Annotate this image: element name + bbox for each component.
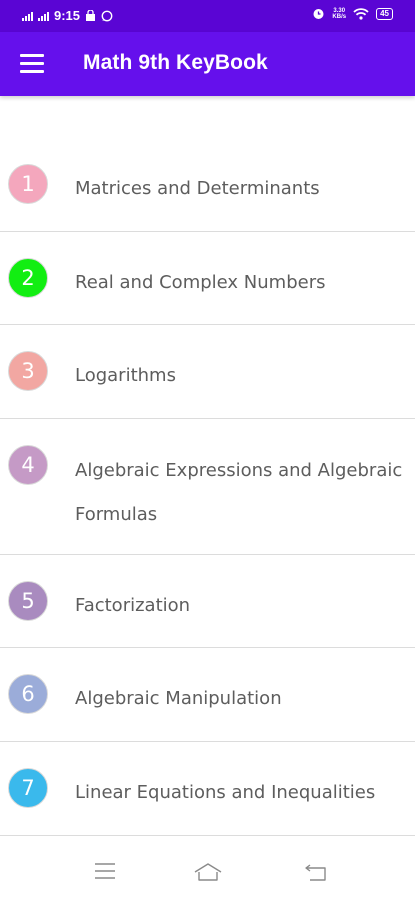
chapter-number-badge: 5	[8, 581, 48, 621]
chapter-number-badge: 4	[8, 445, 48, 485]
chapter-item-4[interactable]: 4 Algebraic Expressions and Algebraic Fo…	[0, 419, 415, 555]
alarm-icon	[313, 9, 324, 19]
chapter-number-badge: 1	[8, 164, 48, 204]
chapter-title: Algebraic Manipulation	[75, 688, 282, 709]
chapter-list: 1 Matrices and Determinants 2 Real and C…	[0, 136, 415, 836]
chapter-title: Logarithms	[75, 365, 176, 386]
chapter-title: Linear Equations and Inequalities	[75, 782, 376, 803]
network-speed-unit: KB/s	[332, 13, 347, 20]
chapter-item-6[interactable]: 6 Algebraic Manipulation	[0, 648, 415, 742]
chapter-title: Factorization	[75, 595, 191, 616]
status-time: 9:15	[54, 8, 81, 23]
signal-icon-2	[38, 11, 49, 21]
chapter-title: Matrices and Determinants	[75, 178, 320, 199]
chapter-item-2[interactable]: 2 Real and Complex Numbers	[0, 232, 415, 325]
chapter-number-badge: 7	[8, 768, 48, 808]
system-nav-bar	[0, 840, 415, 900]
chapter-item-7[interactable]: 7 Linear Equations and Inequalities	[0, 742, 415, 836]
network-speed: 3.30 KB/s	[332, 8, 346, 20]
chapter-item-1[interactable]: 1 Matrices and Determinants	[0, 136, 415, 232]
menu-icon[interactable]	[94, 862, 116, 880]
lock-bag-icon	[86, 10, 96, 21]
chapter-title: Real and Complex Numbers	[75, 272, 326, 293]
status-left: 9:15	[22, 8, 113, 23]
app-title: Math 9th KeyBook	[83, 51, 268, 74]
wifi-icon	[353, 7, 369, 20]
app-bar: Math 9th KeyBook	[0, 32, 415, 96]
status-bar: 9:15 3.30 KB/s 45	[0, 0, 415, 32]
chapter-number-badge: 2	[8, 258, 48, 298]
signal-icon	[22, 11, 33, 21]
network-speed-value: 3.30	[333, 7, 346, 14]
status-right: 3.30 KB/s 45	[312, 7, 393, 20]
battery-indicator: 45	[376, 7, 393, 20]
chapter-number-badge: 6	[8, 674, 48, 714]
chapter-item-5[interactable]: 5 Factorization	[0, 555, 415, 648]
home-icon[interactable]	[193, 862, 223, 882]
chapter-number-badge: 3	[8, 351, 48, 391]
hamburger-menu-icon[interactable]	[20, 54, 44, 74]
chapter-item-3[interactable]: 3 Logarithms	[0, 325, 415, 419]
back-icon[interactable]	[304, 862, 328, 882]
whatsapp-icon	[101, 10, 113, 21]
chapter-title: Algebraic Expressions and Algebraic Form…	[75, 460, 403, 525]
